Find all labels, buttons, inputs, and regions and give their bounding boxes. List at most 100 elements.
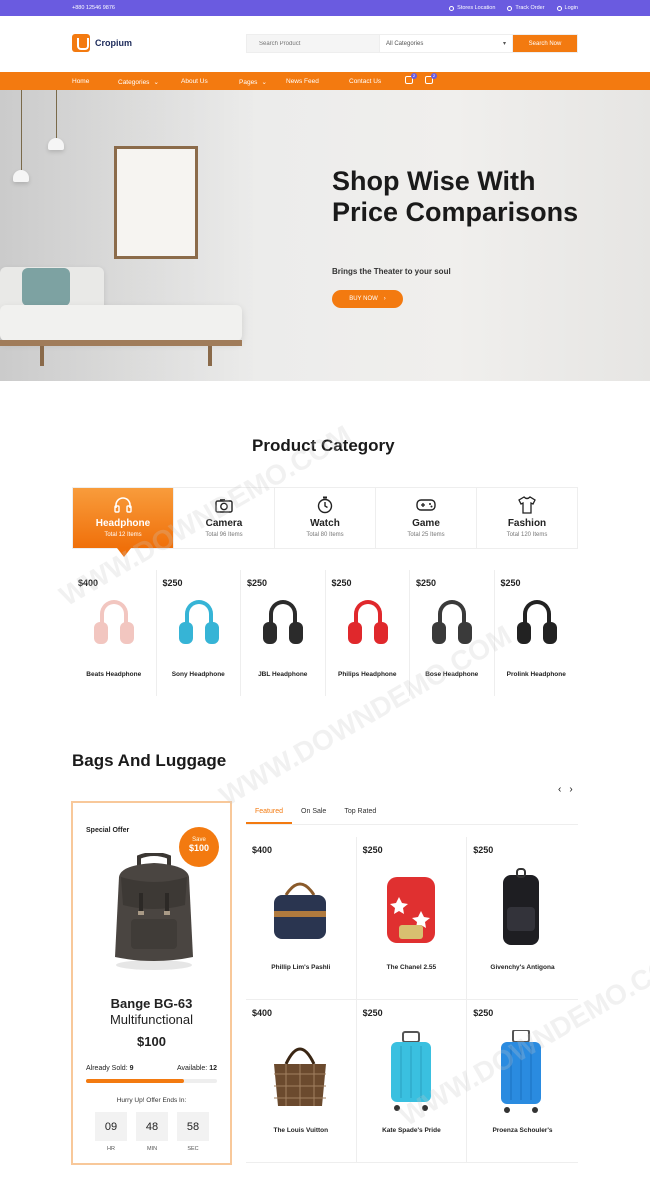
main-nav: Home Categories ⌄ About Us Pages ⌄ News Fe… — [0, 72, 650, 90]
product-price: $250 — [473, 1008, 494, 1018]
product-card[interactable]: $250 Bose Headphone — [410, 570, 495, 696]
product-name: The Louis Vuitton — [273, 1127, 329, 1134]
backpack-image — [115, 853, 193, 970]
camera-icon — [174, 496, 274, 514]
search-bar: All Categories▾ Search Now — [246, 34, 578, 53]
lamp-image — [48, 138, 64, 150]
product-name: Sony Headphone — [171, 671, 225, 678]
category-tab-game[interactable]: Game Total 25 Items — [376, 488, 477, 548]
search-input[interactable] — [247, 35, 379, 52]
hero-subtitle: Brings the Theater to your soul — [332, 267, 451, 276]
headphone-products: $400 Beats Headphone $250 Sony Headphone $25… — [72, 570, 578, 696]
buy-now-button[interactable]: BUY NOW › — [332, 290, 403, 308]
nav-home[interactable]: Home — [72, 78, 89, 85]
nav-categories[interactable]: Categories ⌄ — [118, 78, 159, 87]
chevron-right-icon: › — [383, 296, 386, 302]
nav-pages[interactable]: Pages ⌄ — [239, 78, 267, 87]
product-price: $250 — [331, 578, 352, 588]
tab-on-sale[interactable]: On Sale — [292, 804, 335, 824]
truck-icon — [507, 5, 513, 11]
track-order-link[interactable]: Track Order — [507, 5, 545, 11]
bag-product-card[interactable]: $250 Proenza Schouler's — [467, 1000, 578, 1163]
product-price: $400 — [78, 578, 99, 588]
category-tab-watch[interactable]: Watch Total 80 Items — [275, 488, 376, 548]
gamepad-icon — [376, 496, 476, 514]
product-name: Givenchy's Antigona — [490, 964, 555, 971]
product-name: Phillip Lim's Pashli — [271, 964, 331, 971]
picture-frame-image — [114, 146, 198, 259]
login-link[interactable]: Login — [556, 5, 578, 11]
shirt-icon — [477, 496, 577, 514]
product-price: $250 — [247, 578, 268, 588]
bag-image — [274, 1047, 326, 1106]
product-name: Bose Headphone — [425, 671, 479, 678]
tab-featured[interactable]: Featured — [246, 804, 293, 824]
bag-product-card[interactable]: $400 Phillip Lim's Pashli — [246, 837, 357, 1000]
product-name: Philips Headphone — [337, 671, 397, 678]
nav-about[interactable]: About Us — [181, 78, 208, 85]
headphone-image — [90, 600, 138, 660]
already-sold: Already Sold: 9 — [86, 1065, 134, 1072]
phone-number: +880 12546 9876 — [72, 5, 115, 11]
category-tab-headphone[interactable]: Headphone Total 12 Items — [73, 488, 174, 557]
cart-icon[interactable]: 2 — [425, 73, 437, 84]
search-button[interactable]: Search Now — [513, 35, 577, 52]
product-price: $250 — [500, 578, 521, 588]
location-icon — [449, 5, 455, 11]
bag-image — [501, 1030, 542, 1113]
headphone-image — [259, 600, 307, 660]
product-category-title: Product Category — [252, 436, 395, 455]
chevron-down-icon: ▾ — [502, 41, 506, 47]
bag-product-card[interactable]: $250 Givenchy's Antigona — [467, 837, 578, 1000]
product-card[interactable]: $250 Prolink Headphone — [495, 570, 579, 696]
product-price: $250 — [473, 845, 494, 855]
tab-top-rated[interactable]: Top Rated — [335, 804, 385, 824]
timer-minutes: 48 MIN — [136, 1112, 168, 1152]
offer-ends-label: Hurry Up! Offer Ends In: — [116, 1097, 187, 1104]
chevron-right-icon[interactable]: › — [569, 784, 572, 795]
available: Available: 12 — [177, 1065, 217, 1072]
product-card[interactable]: $250 Sony Headphone — [157, 570, 241, 696]
nav-contact[interactable]: Contact Us — [349, 78, 381, 85]
carousel-arrows: ‹ › — [558, 784, 573, 795]
countdown-timer: 09 HR 48 MIN 58 SEC — [95, 1112, 209, 1152]
category-tabs: Headphone Total 12 Items Camera Total 96… — [72, 487, 578, 557]
category-tab-camera[interactable]: Camera Total 96 Items — [174, 488, 275, 548]
chevron-left-icon[interactable]: ‹ — [558, 784, 561, 795]
store-location-link[interactable]: Stores Location — [449, 5, 495, 11]
product-card[interactable]: $250 JBL Headphone — [241, 570, 326, 696]
bag-product-card[interactable]: $400 The Louis Vuitton — [246, 1000, 357, 1163]
category-tab-fashion[interactable]: Fashion Total 120 Items — [477, 488, 577, 548]
chevron-down-icon: ⌄ — [153, 79, 159, 86]
bag-image — [390, 1031, 431, 1111]
product-price: $250 — [362, 845, 383, 855]
bag-product-card[interactable]: $250 Kate Spade's Pride — [356, 1000, 468, 1163]
product-name: Prolink Headphone — [506, 671, 566, 678]
bag-tabs: Featured On Sale Top Rated — [246, 804, 578, 825]
product-price: $400 — [252, 1008, 273, 1018]
product-name: The Chanel 2.55 — [386, 964, 437, 971]
chevron-down-icon: ⌄ — [261, 79, 267, 86]
sold-progress-bar — [86, 1079, 217, 1083]
logo[interactable]: Cropium — [72, 34, 132, 52]
logo-text: Cropium — [95, 38, 132, 48]
product-price: $250 — [162, 578, 183, 588]
special-offer-card[interactable]: Special Offer Save $100 Bange BG-63 Mult… — [71, 801, 232, 1165]
nav-icons: 2 2 — [405, 73, 437, 84]
top-links: Stores Location Track Order Login — [449, 5, 578, 11]
bag-image — [503, 868, 540, 945]
bag-product-card[interactable]: $250 The Chanel 2.55 — [356, 837, 468, 1000]
offer-subtitle: Multifunctional — [109, 1012, 194, 1027]
offer-title: Bange BG-63 — [110, 996, 193, 1011]
headphone-image — [344, 600, 392, 660]
offer-price: $100 — [137, 1034, 166, 1049]
product-name: Kate Spade's Pride — [382, 1127, 441, 1134]
headphone-image — [428, 600, 476, 660]
category-select[interactable]: All Categories ▾ — [379, 35, 513, 52]
wishlist-badge: 2 — [411, 73, 417, 79]
product-price: $250 — [362, 1008, 383, 1018]
product-card[interactable]: $250 Philips Headphone — [326, 570, 410, 696]
nav-news-feed[interactable]: News Feed — [286, 78, 319, 85]
wishlist-icon[interactable]: 2 — [405, 73, 417, 84]
product-card[interactable]: $400 Beats Headphone — [72, 570, 157, 696]
